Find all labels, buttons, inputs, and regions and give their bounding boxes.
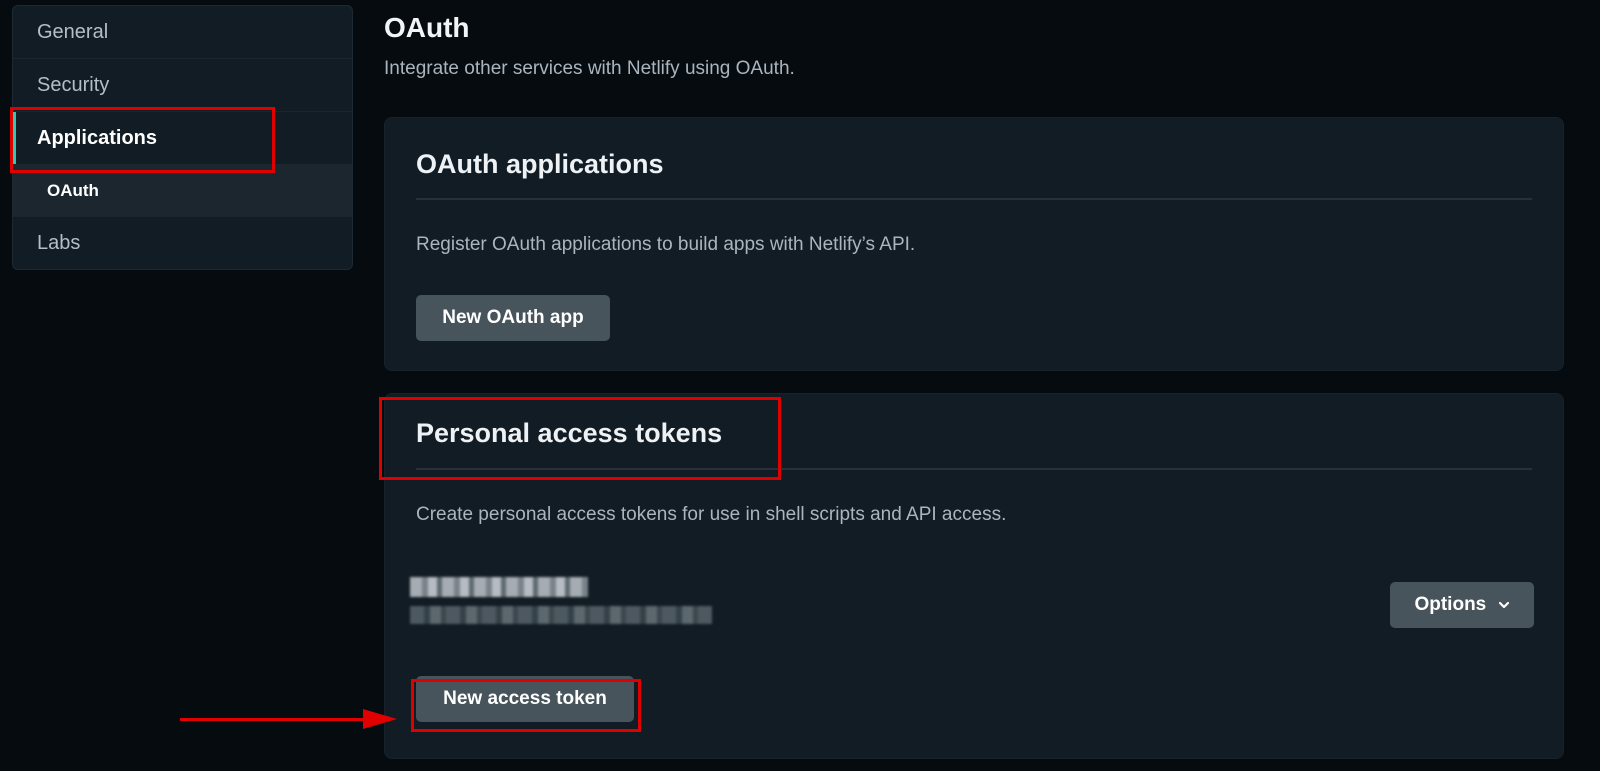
token-meta-redacted: [410, 606, 712, 624]
personal-access-tokens-card: Personal access tokens Create personal a…: [384, 393, 1564, 759]
sidebar-item-labs[interactable]: Labs: [13, 217, 352, 269]
new-oauth-app-button[interactable]: New OAuth app: [416, 295, 610, 341]
card-description: Register OAuth applications to build app…: [416, 234, 916, 255]
card-title: Personal access tokens: [416, 418, 723, 448]
sidebar-item-label: General: [37, 21, 109, 43]
settings-sidebar: General Security Applications OAuth Labs: [12, 5, 353, 270]
divider: [416, 468, 1532, 470]
chevron-down-icon: [1498, 601, 1509, 609]
page-subtitle: Integrate other services with Netlify us…: [384, 58, 795, 79]
sidebar-item-label: Security: [37, 74, 110, 96]
sidebar-item-label: OAuth: [47, 181, 99, 200]
sidebar-item-label: Applications: [37, 127, 158, 149]
options-label: Options: [1414, 594, 1487, 615]
sidebar-item-general[interactable]: General: [13, 6, 352, 59]
sidebar-item-security[interactable]: Security: [13, 59, 352, 112]
divider: [416, 198, 1532, 200]
sidebar-item-applications[interactable]: Applications: [13, 112, 352, 165]
sidebar-subitem-oauth[interactable]: OAuth: [13, 165, 352, 217]
annotation-arrow-head: [363, 709, 397, 729]
page-title: OAuth: [384, 12, 470, 43]
card-description: Create personal access tokens for use in…: [416, 504, 1007, 525]
oauth-applications-card: OAuth applications Register OAuth applic…: [384, 117, 1564, 371]
options-button[interactable]: Options: [1390, 582, 1534, 628]
card-title: OAuth applications: [416, 149, 664, 179]
new-access-token-button[interactable]: New access token: [416, 676, 634, 722]
token-name-redacted: [410, 577, 588, 597]
sidebar-item-label: Labs: [37, 232, 81, 254]
page: General Security Applications OAuth Labs…: [0, 0, 1600, 771]
annotation-arrow-line: [180, 718, 366, 721]
